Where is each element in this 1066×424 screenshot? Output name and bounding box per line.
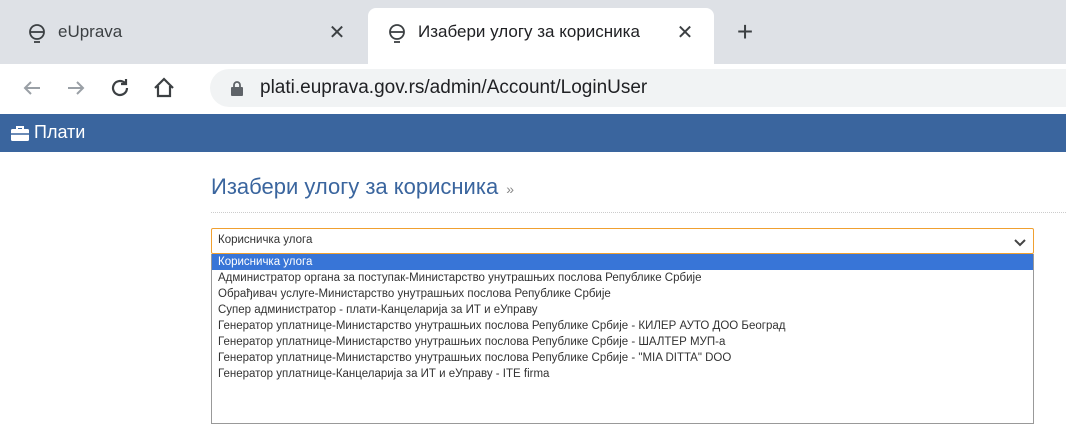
role-select-value: Корисничка улога — [218, 234, 313, 246]
role-options-list: Корисничка улога Администратор органа за… — [211, 254, 1034, 424]
reload-icon[interactable] — [106, 74, 134, 102]
role-option[interactable]: Корисничка улога — [212, 254, 1033, 270]
home-icon[interactable] — [150, 74, 178, 102]
address-bar[interactable]: plati.euprava.gov.rs/admin/Account/Login… — [210, 69, 1066, 107]
browser-toolbar: plati.euprava.gov.rs/admin/Account/Login… — [0, 64, 1066, 112]
arrow-right-icon[interactable] — [62, 74, 90, 102]
lock-icon[interactable] — [230, 80, 244, 96]
brand-label: Плати — [34, 122, 86, 142]
close-icon[interactable]: ✕ — [674, 22, 696, 44]
title-suffix: » — [506, 181, 514, 197]
url-text: plati.euprava.gov.rs/admin/Account/Login… — [260, 77, 648, 98]
arrow-left-icon[interactable] — [18, 74, 46, 102]
page-title: Изабери улогу за корисника » — [211, 174, 514, 200]
role-option[interactable]: Генератор уплатнице-Министарство унутраш… — [212, 318, 1033, 334]
role-option[interactable]: Генератор уплатнице-Министарство унутраш… — [212, 334, 1033, 350]
browser-tabstrip: eUprava ✕ Изабери улогу за корисника ✕ + — [0, 0, 1066, 64]
chevron-down-icon[interactable] — [1013, 235, 1027, 249]
bulb-icon — [26, 23, 48, 45]
role-option[interactable]: Генератор уплатнице-Министарство унутраш… — [212, 350, 1033, 366]
role-option[interactable]: Супер администратор - плати-Канцеларија … — [212, 302, 1033, 318]
brand-link[interactable]: Плати — [10, 122, 85, 143]
title-divider — [211, 212, 1066, 213]
role-option[interactable]: Обрађивач услуге-Министарство унутрашњих… — [212, 286, 1033, 302]
close-icon[interactable]: ✕ — [326, 22, 348, 44]
tab-title: eUprava — [58, 22, 123, 41]
role-option[interactable]: Генератор уплатнице-Канцеларија за ИТ и … — [212, 366, 1033, 382]
tab-title: Изабери улогу за корисника — [418, 22, 640, 41]
bulb-icon — [386, 23, 408, 45]
tab-euprava[interactable]: eUprava ✕ — [8, 8, 363, 64]
app-navbar: Плати — [0, 114, 1066, 152]
plus-icon[interactable]: + — [730, 18, 760, 48]
briefcase-icon — [11, 125, 29, 141]
role-select[interactable]: Корисничка улога — [211, 228, 1034, 254]
page-title-text: Изабери улогу за корисника — [211, 174, 499, 199]
tab-choose-role[interactable]: Изабери улогу за корисника ✕ — [368, 8, 714, 64]
role-option[interactable]: Администратор органа за поступак-Министа… — [212, 270, 1033, 286]
main-content: Изабери улогу за корисника » Корисничка у… — [0, 152, 1066, 424]
